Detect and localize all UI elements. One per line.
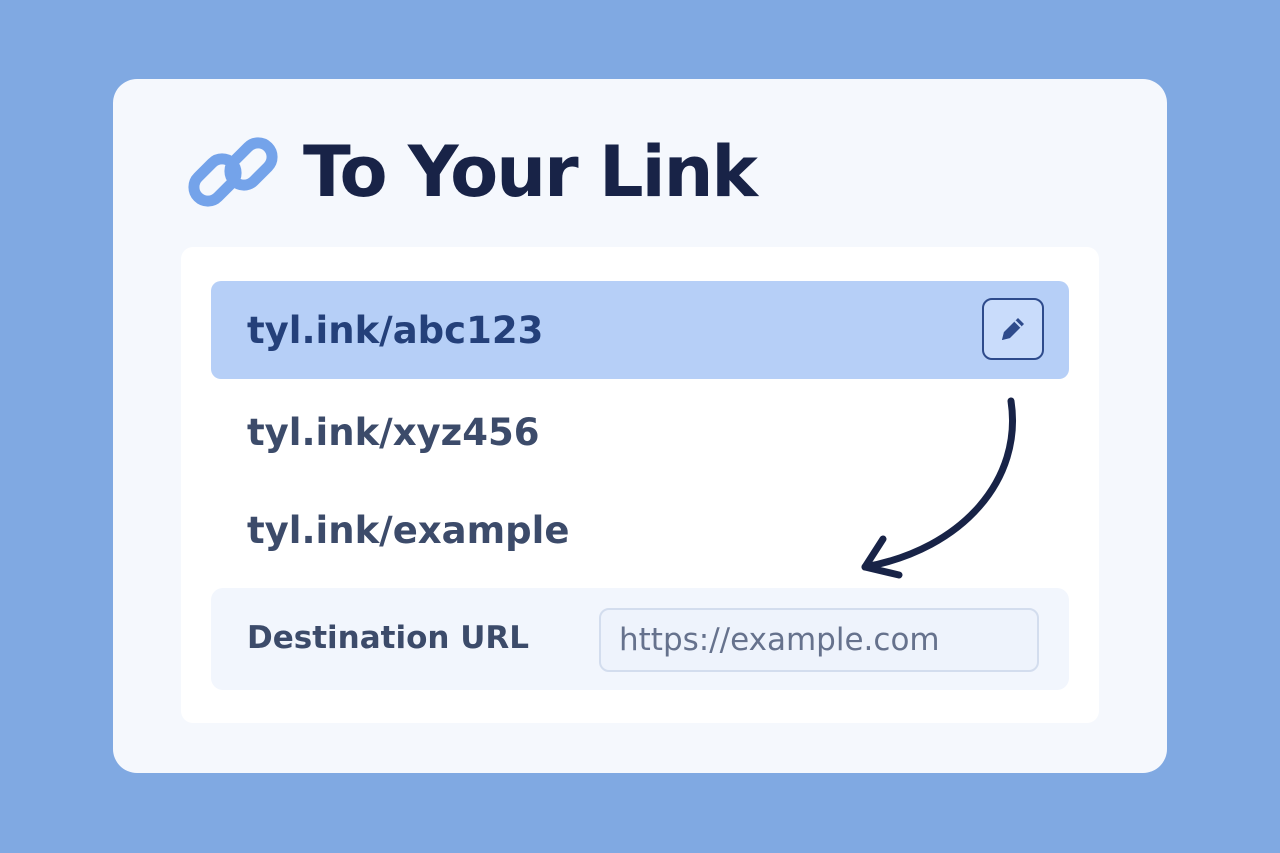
link-label: tyl.ink/example: [247, 508, 570, 552]
link-label: tyl.ink/abc123: [247, 308, 544, 352]
links-panel: tyl.ink/abc123 tyl.ink/xyz456 tyl.ink/ex…: [181, 247, 1099, 723]
link-item-xyz456[interactable]: tyl.ink/xyz456: [211, 383, 1069, 481]
page-title: To Your Link: [303, 131, 758, 213]
link-label: tyl.ink/xyz456: [247, 410, 540, 454]
edit-button[interactable]: [982, 298, 1044, 360]
destination-row: Destination URL: [211, 588, 1069, 690]
destination-url-input[interactable]: [599, 608, 1039, 672]
destination-label: Destination URL: [247, 620, 530, 656]
link-item-abc123[interactable]: tyl.ink/abc123: [211, 281, 1069, 379]
main-card: To Your Link tyl.ink/abc123 tyl.ink/xyz4…: [113, 79, 1167, 773]
header: To Your Link: [183, 117, 758, 227]
pencil-icon: [1002, 318, 1024, 340]
link-icon: [188, 137, 278, 207]
link-item-example[interactable]: tyl.ink/example: [211, 481, 1069, 579]
